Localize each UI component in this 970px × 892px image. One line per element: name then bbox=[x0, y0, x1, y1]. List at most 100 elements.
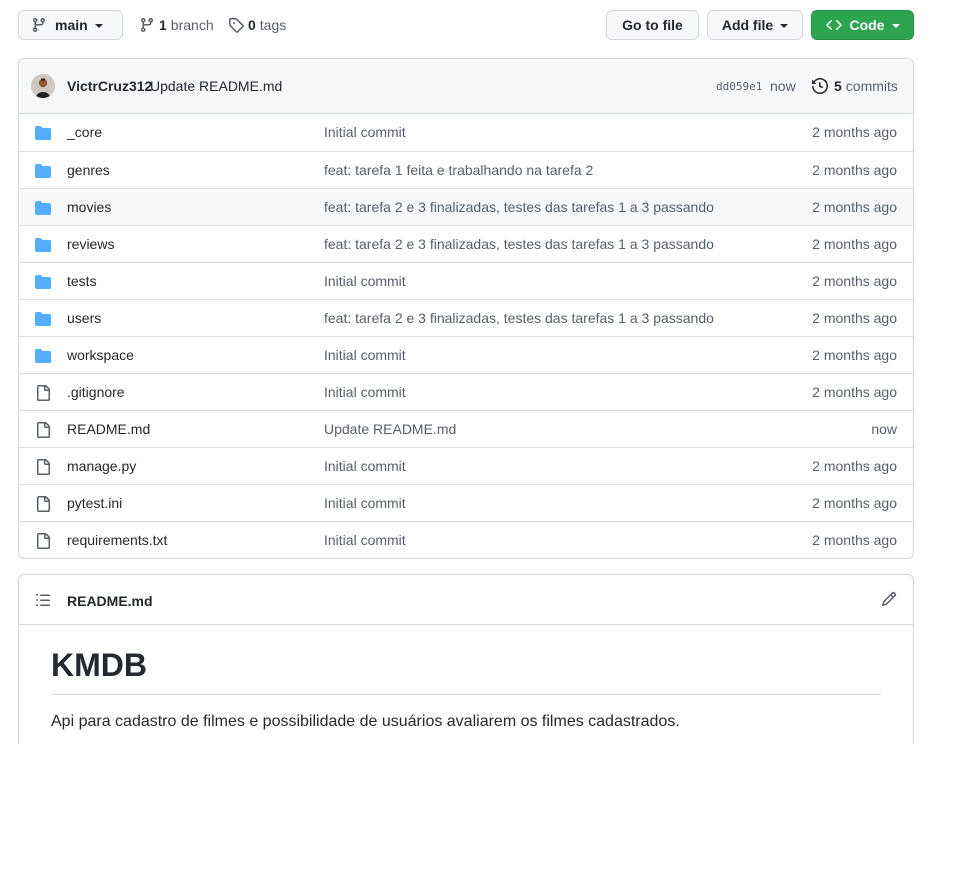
readme-header: README.md bbox=[19, 575, 913, 625]
folder-icon bbox=[35, 163, 51, 179]
file-row[interactable]: requirements.txt Initial commit 2 months a… bbox=[19, 521, 913, 558]
folder-icon bbox=[35, 311, 51, 327]
file-commit-message-link[interactable]: feat: tarefa 2 e 3 finalizadas, testes d… bbox=[324, 310, 714, 326]
file-name-link[interactable]: requirements.txt bbox=[67, 532, 167, 548]
tag-count: 0 bbox=[248, 17, 256, 33]
chevron-down-icon bbox=[780, 24, 789, 28]
file-commit-age: 2 months ago bbox=[812, 347, 897, 363]
file-name-link[interactable]: workspace bbox=[67, 347, 134, 363]
code-icon bbox=[825, 17, 842, 33]
file-commit-age: 2 months ago bbox=[812, 124, 897, 140]
git-branch-icon bbox=[139, 17, 155, 33]
branch-count: 1 bbox=[159, 17, 167, 33]
file-row[interactable]: movies feat: tarefa 2 e 3 finalizadas, te… bbox=[19, 188, 913, 225]
file-name-link[interactable]: pytest.ini bbox=[67, 495, 122, 511]
file-commit-age: 2 months ago bbox=[812, 532, 897, 548]
file-commit-message-link[interactable]: Initial commit bbox=[324, 532, 406, 548]
file-icon bbox=[35, 385, 51, 401]
file-commit-message-link[interactable]: Initial commit bbox=[324, 347, 406, 363]
code-button[interactable]: Code bbox=[811, 10, 914, 40]
file-commit-message-link[interactable]: Initial commit bbox=[324, 495, 406, 511]
file-name-link[interactable]: genres bbox=[67, 162, 110, 178]
commit-time: now bbox=[770, 78, 796, 94]
folder-icon bbox=[35, 348, 51, 364]
list-unordered-icon[interactable] bbox=[35, 592, 51, 608]
file-row[interactable]: reviews feat: tarefa 2 e 3 finalizadas, t… bbox=[19, 225, 913, 262]
file-commit-age: 2 months ago bbox=[812, 236, 897, 252]
tag-icon bbox=[228, 17, 244, 33]
branch-name: main bbox=[55, 17, 88, 33]
file-name-link[interactable]: README.md bbox=[67, 421, 150, 437]
commit-message-link[interactable]: Update README.md bbox=[150, 78, 282, 94]
file-commit-message-link[interactable]: Initial commit bbox=[324, 384, 406, 400]
commits-history-link[interactable]: 5 commits bbox=[812, 78, 898, 94]
folder-icon bbox=[35, 274, 51, 290]
repo-toolbar: main 1 branch 0 tags Go to file Add file… bbox=[18, 10, 914, 42]
folder-icon bbox=[35, 237, 51, 253]
file-row[interactable]: pytest.ini Initial commit 2 months ago bbox=[19, 484, 913, 521]
readme-panel: README.md KMDB Api para cadastro de film… bbox=[18, 574, 914, 744]
file-row[interactable]: README.md Update README.md now bbox=[19, 410, 913, 447]
avatar[interactable] bbox=[31, 74, 55, 98]
file-icon bbox=[35, 422, 51, 438]
file-icon bbox=[35, 496, 51, 512]
file-name-link[interactable]: movies bbox=[67, 199, 111, 215]
file-row[interactable]: workspace Initial commit 2 months ago bbox=[19, 336, 913, 373]
file-icon bbox=[35, 459, 51, 475]
branches-link[interactable]: 1 branch bbox=[139, 17, 214, 33]
add-file-button[interactable]: Add file bbox=[707, 10, 803, 40]
readme-filename-link[interactable]: README.md bbox=[67, 593, 153, 609]
commit-sha-link[interactable]: dd059e1 bbox=[716, 80, 762, 93]
file-commit-age: now bbox=[871, 421, 897, 437]
history-icon bbox=[812, 78, 828, 94]
readme-paragraph: Api para cadastro de filmes e possibilid… bbox=[51, 712, 680, 730]
file-commit-age: 2 months ago bbox=[812, 273, 897, 289]
chevron-down-icon bbox=[94, 24, 103, 28]
file-commit-age: 2 months ago bbox=[812, 162, 897, 178]
readme-heading: KMDB bbox=[51, 647, 881, 695]
file-list: _core Initial commit 2 months ago genres fea… bbox=[19, 114, 913, 558]
tags-link[interactable]: 0 tags bbox=[228, 17, 286, 33]
file-commit-age: 2 months ago bbox=[812, 199, 897, 215]
code-label: Code bbox=[849, 17, 885, 33]
go-to-file-button[interactable]: Go to file bbox=[606, 10, 699, 40]
file-commit-age: 2 months ago bbox=[812, 310, 897, 326]
file-commit-message-link[interactable]: feat: tarefa 1 feita e trabalhando na ta… bbox=[324, 162, 593, 178]
commit-author-link[interactable]: VictrCruz312 bbox=[67, 78, 152, 94]
file-commit-message-link[interactable]: Initial commit bbox=[324, 273, 406, 289]
file-commit-message-link[interactable]: Initial commit bbox=[324, 124, 406, 140]
file-name-link[interactable]: tests bbox=[67, 273, 97, 289]
branch-select-button[interactable]: main bbox=[18, 10, 123, 40]
file-name-link[interactable]: users bbox=[67, 310, 101, 326]
file-row[interactable]: .gitignore Initial commit 2 months ago bbox=[19, 373, 913, 410]
file-row[interactable]: manage.py Initial commit 2 months ago bbox=[19, 447, 913, 484]
file-icon bbox=[35, 533, 51, 549]
file-name-link[interactable]: reviews bbox=[67, 236, 114, 252]
commits-label: commits bbox=[845, 78, 898, 94]
chevron-down-icon bbox=[891, 24, 900, 28]
add-file-label: Add file bbox=[721, 17, 774, 33]
folder-icon bbox=[35, 200, 51, 216]
go-to-file-label: Go to file bbox=[622, 17, 683, 33]
file-commit-age: 2 months ago bbox=[812, 458, 897, 474]
file-commit-message-link[interactable]: Update README.md bbox=[324, 421, 456, 437]
pencil-icon[interactable] bbox=[881, 591, 897, 607]
file-name-link[interactable]: manage.py bbox=[67, 458, 136, 474]
file-row[interactable]: tests Initial commit 2 months ago bbox=[19, 262, 913, 299]
readme-body: KMDB Api para cadastro de filmes e possi… bbox=[19, 647, 913, 731]
folder-icon bbox=[35, 125, 51, 141]
file-commit-message-link[interactable]: feat: tarefa 2 e 3 finalizadas, testes d… bbox=[324, 199, 714, 215]
file-row[interactable]: _core Initial commit 2 months ago bbox=[19, 114, 913, 151]
latest-commit-bar: VictrCruz312 Update README.md dd059e1 no… bbox=[19, 59, 913, 114]
file-browser: VictrCruz312 Update README.md dd059e1 no… bbox=[18, 58, 914, 559]
file-name-link[interactable]: .gitignore bbox=[67, 384, 125, 400]
file-row[interactable]: genres feat: tarefa 1 feita e trabalhando… bbox=[19, 151, 913, 188]
file-row[interactable]: users feat: tarefa 2 e 3 finalizadas, tes… bbox=[19, 299, 913, 336]
file-commit-message-link[interactable]: feat: tarefa 2 e 3 finalizadas, testes d… bbox=[324, 236, 714, 252]
file-commit-age: 2 months ago bbox=[812, 384, 897, 400]
file-name-link[interactable]: _core bbox=[67, 124, 102, 140]
commits-count: 5 bbox=[834, 78, 842, 94]
file-commit-message-link[interactable]: Initial commit bbox=[324, 458, 406, 474]
file-commit-age: 2 months ago bbox=[812, 495, 897, 511]
git-branch-icon bbox=[31, 17, 47, 33]
